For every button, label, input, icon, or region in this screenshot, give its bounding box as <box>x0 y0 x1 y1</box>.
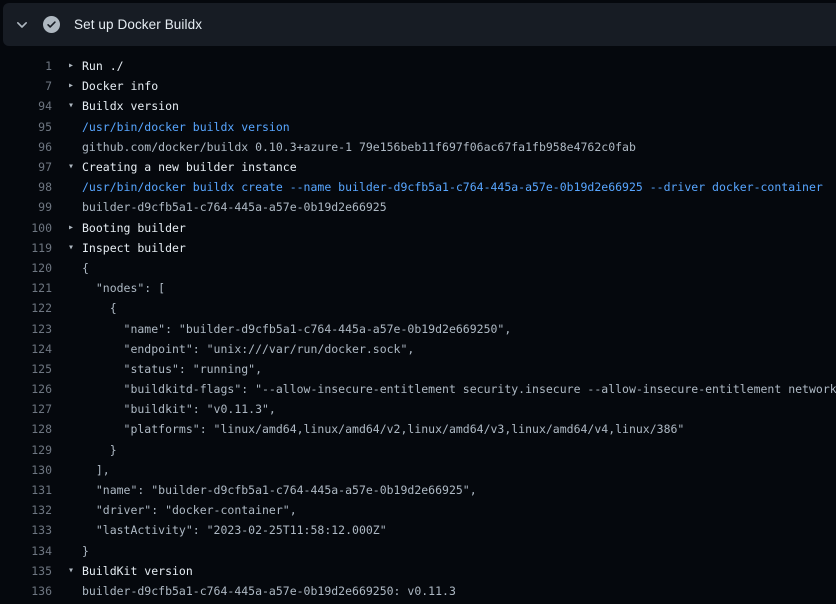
line-number[interactable]: 124 <box>0 342 52 356</box>
step-header[interactable]: Set up Docker Buildx <box>3 3 836 46</box>
line-number[interactable]: 135 <box>0 564 52 578</box>
line-number[interactable]: 97 <box>0 160 52 174</box>
log-line[interactable]: 94 ▾ Buildx version <box>0 96 836 116</box>
log-line[interactable]: 97 ▾ Creating a new builder instance <box>0 157 836 177</box>
line-text: { <box>82 301 836 315</box>
line-text: Booting builder <box>82 221 836 235</box>
log-line[interactable]: 135 ▾ BuildKit version <box>0 561 836 581</box>
line-number[interactable]: 120 <box>0 261 52 275</box>
line-number[interactable]: 122 <box>0 301 52 315</box>
log-line: 121 "nodes": [ <box>0 278 836 298</box>
log-line: 125 "status": "running", <box>0 359 836 379</box>
line-number[interactable]: 119 <box>0 241 52 255</box>
log-line: 129 } <box>0 440 836 460</box>
line-number[interactable]: 133 <box>0 523 52 537</box>
log-line: 120 { <box>0 258 836 278</box>
line-number[interactable]: 129 <box>0 443 52 457</box>
line-text: "nodes": [ <box>82 281 836 295</box>
line-text: } <box>82 443 836 457</box>
line-number[interactable]: 134 <box>0 544 52 558</box>
line-text: builder-d9cfb5a1-c764-445a-a57e-0b19d2e6… <box>82 200 836 214</box>
line-number[interactable]: 132 <box>0 503 52 517</box>
line-number[interactable]: 131 <box>0 483 52 497</box>
line-number[interactable]: 130 <box>0 463 52 477</box>
group-expanded-icon[interactable]: ▾ <box>68 96 82 116</box>
step-title: Set up Docker Buildx <box>74 17 202 32</box>
line-number[interactable]: 123 <box>0 322 52 336</box>
group-expanded-icon[interactable]: ▾ <box>68 238 82 258</box>
line-text: Inspect builder <box>82 241 836 255</box>
log-line: 95 /usr/bin/docker buildx version <box>0 117 836 137</box>
line-text: github.com/docker/buildx 0.10.3+azure-1 … <box>82 140 836 154</box>
line-number[interactable]: 98 <box>0 180 52 194</box>
line-text: "platforms": "linux/amd64,linux/amd64/v2… <box>82 422 836 436</box>
log-line: 96 github.com/docker/buildx 0.10.3+azure… <box>0 137 836 157</box>
log-line[interactable]: 100 ▸ Booting builder <box>0 218 836 238</box>
line-number[interactable]: 100 <box>0 221 52 235</box>
line-text: "buildkitd-flags": "--allow-insecure-ent… <box>82 382 836 396</box>
line-text: Creating a new builder instance <box>82 160 836 174</box>
line-number[interactable]: 127 <box>0 402 52 416</box>
line-text: } <box>82 544 836 558</box>
log-line: 126 "buildkitd-flags": "--allow-insecure… <box>0 379 836 399</box>
log-line: 127 "buildkit": "v0.11.3", <box>0 399 836 419</box>
line-text: "buildkit": "v0.11.3", <box>82 402 836 416</box>
log-line: 124 "endpoint": "unix:///var/run/docker.… <box>0 339 836 359</box>
log-body: 1 ▸ Run ./ 7 ▸ Docker info 94 ▾ Buildx v… <box>0 46 836 601</box>
line-number[interactable]: 125 <box>0 362 52 376</box>
log-line: 122 { <box>0 298 836 318</box>
log-line: 130 ], <box>0 460 836 480</box>
line-text: ], <box>82 463 836 477</box>
log-line: 98 /usr/bin/docker buildx create --name … <box>0 177 836 197</box>
line-number[interactable]: 99 <box>0 200 52 214</box>
chevron-down-icon[interactable] <box>14 17 30 33</box>
log-line: 132 "driver": "docker-container", <box>0 500 836 520</box>
line-number[interactable]: 7 <box>0 79 52 93</box>
line-number[interactable]: 1 <box>0 59 52 73</box>
line-text: Buildx version <box>82 99 836 113</box>
line-number[interactable]: 95 <box>0 120 52 134</box>
log-line: 133 "lastActivity": "2023-02-25T11:58:12… <box>0 520 836 540</box>
log-line[interactable]: 1 ▸ Run ./ <box>0 56 836 76</box>
line-number[interactable]: 96 <box>0 140 52 154</box>
line-text: Docker info <box>82 79 836 93</box>
line-number[interactable]: 136 <box>0 584 52 598</box>
line-text: "endpoint": "unix:///var/run/docker.sock… <box>82 342 836 356</box>
line-text: "lastActivity": "2023-02-25T11:58:12.000… <box>82 523 836 537</box>
line-number[interactable]: 94 <box>0 99 52 113</box>
group-collapsed-icon[interactable]: ▸ <box>68 76 82 96</box>
log-line: 136 builder-d9cfb5a1-c764-445a-a57e-0b19… <box>0 581 836 601</box>
group-expanded-icon[interactable]: ▾ <box>68 561 82 581</box>
line-text: "status": "running", <box>82 362 836 376</box>
group-expanded-icon[interactable]: ▾ <box>68 157 82 177</box>
line-text: "name": "builder-d9cfb5a1-c764-445a-a57e… <box>82 483 836 497</box>
log-line: 128 "platforms": "linux/amd64,linux/amd6… <box>0 419 836 439</box>
log-line: 131 "name": "builder-d9cfb5a1-c764-445a-… <box>0 480 836 500</box>
log-line[interactable]: 7 ▸ Docker info <box>0 76 836 96</box>
line-number[interactable]: 126 <box>0 382 52 396</box>
log-line: 134 } <box>0 541 836 561</box>
log-line: 99 builder-d9cfb5a1-c764-445a-a57e-0b19d… <box>0 197 836 217</box>
line-number[interactable]: 128 <box>0 422 52 436</box>
line-text: /usr/bin/docker buildx create --name bui… <box>82 180 836 194</box>
line-number[interactable]: 121 <box>0 281 52 295</box>
group-collapsed-icon[interactable]: ▸ <box>68 218 82 238</box>
line-text: Run ./ <box>82 59 836 73</box>
line-text: BuildKit version <box>82 564 836 578</box>
line-text: { <box>82 261 836 275</box>
line-text: /usr/bin/docker buildx version <box>82 120 836 134</box>
line-text: "name": "builder-d9cfb5a1-c764-445a-a57e… <box>82 322 836 336</box>
group-collapsed-icon[interactable]: ▸ <box>68 56 82 76</box>
log-line: 123 "name": "builder-d9cfb5a1-c764-445a-… <box>0 318 836 338</box>
check-circle-icon <box>43 16 60 33</box>
log-line[interactable]: 119 ▾ Inspect builder <box>0 238 836 258</box>
actions-log-viewer: Set up Docker Buildx 1 ▸ Run ./ 7 ▸ Dock… <box>0 3 836 601</box>
line-text: "driver": "docker-container", <box>82 503 836 517</box>
line-text: builder-d9cfb5a1-c764-445a-a57e-0b19d2e6… <box>82 584 836 598</box>
